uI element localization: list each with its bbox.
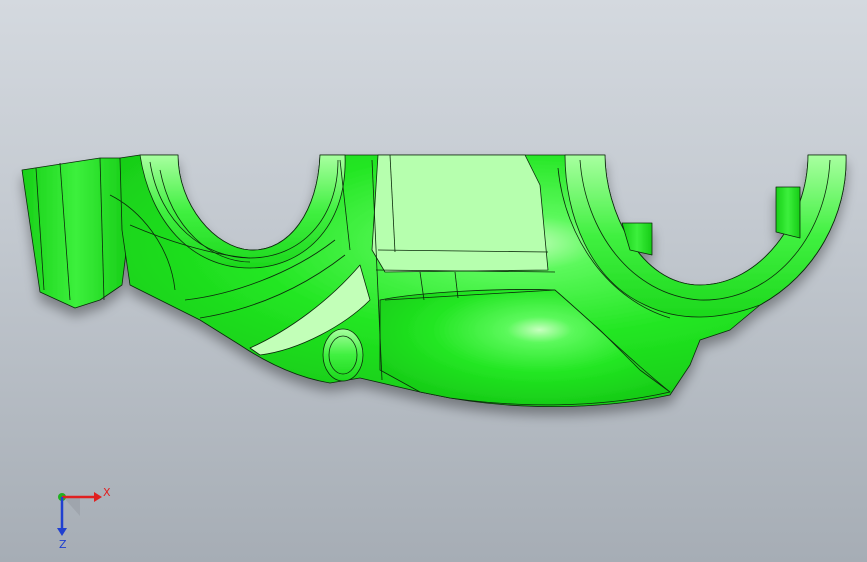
cad-model-part[interactable]: [0, 0, 867, 562]
center-block: [371, 154, 549, 273]
x-axis-label: X: [103, 486, 111, 499]
z-axis-arrow: [57, 497, 67, 536]
left-flange: [21, 157, 131, 309]
right-boss: [775, 186, 801, 239]
model-body: [21, 154, 847, 408]
z-axis-label: Z: [59, 538, 67, 550]
graphics-viewport[interactable]: X Z: [0, 0, 867, 562]
coordinate-triad: X Z: [57, 486, 111, 550]
